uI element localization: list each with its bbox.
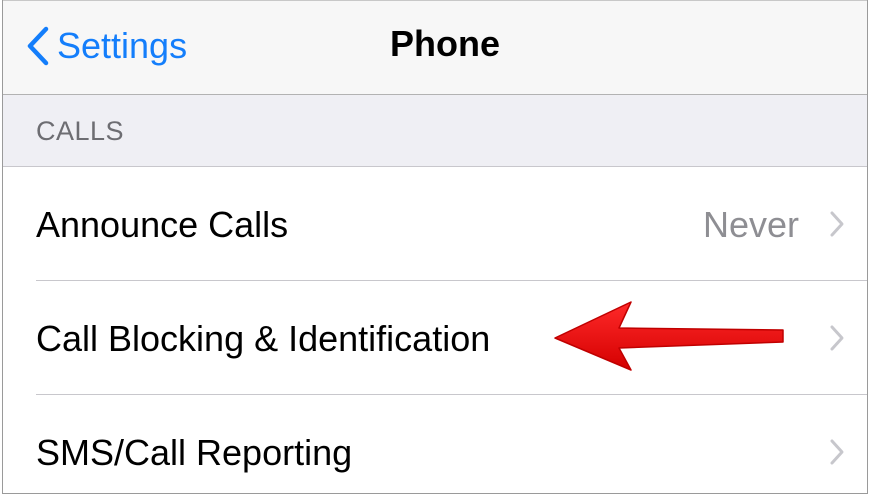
row-value: Never xyxy=(702,204,799,245)
row-announce-calls[interactable]: Announce Calls Never xyxy=(3,167,867,281)
row-sms-call-reporting[interactable]: SMS/Call Reporting xyxy=(3,395,867,493)
section-header-calls: CALLS xyxy=(3,95,867,167)
row-label: Announce Calls xyxy=(36,204,289,245)
chevron-right-icon xyxy=(829,210,845,243)
page-title: Phone xyxy=(389,23,500,64)
row-label: SMS/Call Reporting xyxy=(36,432,353,473)
navigation-bar: Settings Phone xyxy=(3,0,867,95)
phone-settings-screen: Settings Phone CALLS Announce Calls Neve… xyxy=(2,0,868,494)
row-call-blocking-identification[interactable]: Call Blocking & Identification xyxy=(3,281,867,395)
chevron-right-icon xyxy=(829,438,845,471)
chevron-right-icon xyxy=(829,324,845,357)
section-header-label: CALLS xyxy=(36,116,125,146)
row-label: Call Blocking & Identification xyxy=(36,318,491,359)
